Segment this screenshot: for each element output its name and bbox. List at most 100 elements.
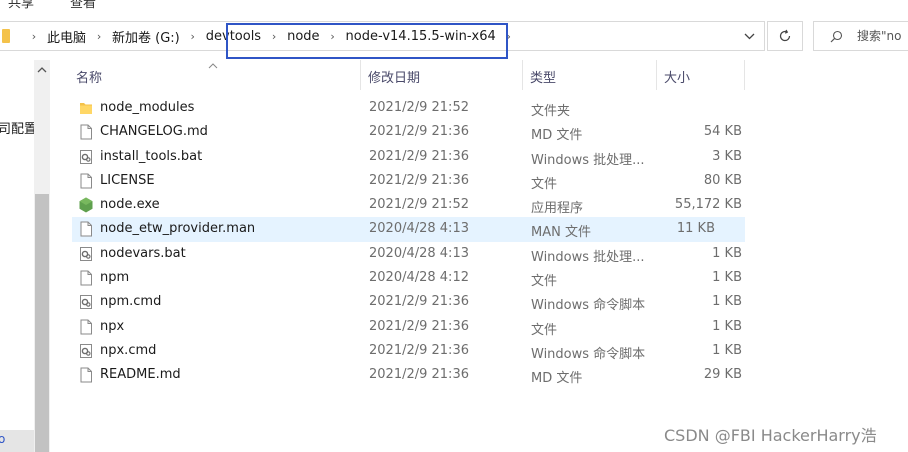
- file-type: MAN 文件: [531, 225, 591, 241]
- ribbon-tab-share[interactable]: 共享: [8, 0, 34, 10]
- folder-icon: [2, 29, 10, 43]
- file-name: npx.cmd: [100, 342, 157, 358]
- file-size: 54 KB: [703, 124, 742, 140]
- nav-item-partial[interactable]: 司配置: [0, 118, 34, 137]
- file-name: node.exe: [100, 197, 160, 213]
- column-type[interactable]: 类型: [530, 67, 556, 86]
- file-name: LICENSE: [100, 172, 155, 188]
- file-type: MD 文件: [531, 128, 583, 144]
- nav-item-label: o: [0, 432, 6, 446]
- file-size: 1 KB: [712, 294, 742, 310]
- file-type: 文件: [531, 176, 558, 192]
- ribbon-tab-view[interactable]: 查看: [70, 0, 96, 10]
- chevron-right-icon[interactable]: ›: [93, 30, 105, 43]
- file-type: Windows 命令脚本: [531, 298, 646, 314]
- file-row[interactable]: node_modules 2021/2/9 21:52 文件夹: [72, 96, 772, 120]
- file-name: CHANGELOG.md: [100, 124, 208, 140]
- batch-file-icon: [79, 294, 93, 310]
- file-name: README.md: [100, 367, 181, 383]
- file-row[interactable]: LICENSE 2021/2/9 21:36 文件 80 KB: [72, 169, 772, 193]
- nav-item-selected[interactable]: o: [0, 430, 34, 452]
- file-modified-date: 2021/2/9 21:36: [369, 172, 469, 188]
- file-modified-date: 2021/2/9 21:36: [369, 318, 469, 334]
- file-row[interactable]: CHANGELOG.md 2021/2/9 21:36 MD 文件 54 KB: [72, 120, 772, 144]
- chevron-right-icon[interactable]: ›: [268, 30, 280, 43]
- breadcrumb-item-node[interactable]: node: [286, 29, 320, 44]
- chevron-down-icon[interactable]: [738, 22, 760, 50]
- nav-scrollbar[interactable]: [34, 60, 50, 452]
- file-size: 29 KB: [703, 367, 742, 383]
- column-header: 名称 修改日期 类型 大小: [70, 60, 750, 90]
- file-name: nodevars.bat: [100, 245, 186, 261]
- refresh-icon: [779, 29, 791, 42]
- file-size: 55,172 KB: [674, 197, 742, 213]
- file-row[interactable]: npx 2021/2/9 21:36 文件 1 KB: [72, 315, 772, 339]
- file-modified-date: 2020/4/28 4:12: [369, 270, 469, 286]
- batch-file-icon: [79, 149, 93, 165]
- file-size: 11 KB: [676, 221, 715, 237]
- sort-ascending-icon: [208, 58, 218, 73]
- batch-file-icon: [79, 246, 93, 262]
- file-modified-date: 2020/4/28 4:13: [369, 245, 469, 261]
- scroll-up-icon[interactable]: [34, 62, 50, 78]
- file-size: 1 KB: [712, 318, 742, 334]
- file-size: 1 KB: [712, 270, 742, 286]
- scrollbar-thumb[interactable]: [35, 194, 49, 452]
- address-bar: › 此电脑 › 新加卷 (G:) › devtools › node › nod…: [0, 14, 908, 59]
- column-date[interactable]: 修改日期: [368, 67, 420, 86]
- search-icon: [830, 30, 843, 43]
- chevron-right-icon[interactable]: ›: [28, 30, 40, 43]
- file-modified-date: 2021/2/9 21:52: [369, 197, 469, 213]
- document-icon: [79, 173, 93, 189]
- nav-tree: 司配置 o: [0, 60, 34, 452]
- file-row[interactable]: install_tools.bat 2021/2/9 21:36 Windows 批…: [72, 145, 772, 169]
- file-name: npm.cmd: [100, 294, 162, 310]
- column-size[interactable]: 大小: [664, 67, 690, 86]
- file-name: install_tools.bat: [100, 148, 203, 164]
- column-divider[interactable]: [656, 60, 657, 90]
- breadcrumb-item-devtools[interactable]: devtools: [205, 29, 262, 44]
- file-list: node_modules 2021/2/9 21:52 文件夹 CHANGELOG.m…: [72, 96, 772, 388]
- breadcrumb-item-this-pc[interactable]: 此电脑: [46, 27, 87, 46]
- document-icon: [79, 367, 93, 383]
- document-icon: [79, 124, 93, 140]
- file-type: 文件: [531, 274, 558, 290]
- column-name[interactable]: 名称: [76, 67, 102, 86]
- column-divider[interactable]: [744, 60, 745, 90]
- file-name: node_etw_provider.man: [100, 221, 256, 237]
- file-size: 1 KB: [712, 245, 742, 261]
- chevron-right-icon[interactable]: ›: [327, 30, 339, 43]
- column-divider[interactable]: [522, 60, 523, 90]
- file-type: 应用程序: [531, 201, 584, 217]
- file-modified-date: 2021/2/9 21:36: [369, 148, 469, 164]
- document-icon: [79, 270, 93, 286]
- file-name: npx: [100, 318, 125, 334]
- folder-icon: [79, 100, 93, 116]
- file-row[interactable]: node_etw_provider.man 2020/4/28 4:13 MAN 文…: [72, 217, 745, 242]
- file-type: Windows 命令脚本: [531, 346, 646, 362]
- breadcrumb-item-node-version[interactable]: node-v14.15.5-win-x64: [345, 29, 497, 44]
- file-modified-date: 2021/2/9 21:52: [369, 100, 469, 115]
- file-row[interactable]: npx.cmd 2021/2/9 21:36 Windows 命令脚本 1 KB: [72, 339, 772, 363]
- file-row[interactable]: npm.cmd 2021/2/9 21:36 Windows 命令脚本 1 KB: [72, 290, 772, 314]
- file-row[interactable]: nodevars.bat 2020/4/28 4:13 Windows 批处理...…: [72, 242, 772, 266]
- file-row[interactable]: README.md 2021/2/9 21:36 MD 文件 29 KB: [72, 363, 772, 387]
- file-name: node_modules: [100, 100, 195, 115]
- address-field[interactable]: › 此电脑 › 新加卷 (G:) › devtools › node › nod…: [0, 21, 765, 51]
- column-divider[interactable]: [360, 60, 361, 90]
- file-modified-date: 2021/2/9 21:36: [369, 124, 469, 140]
- refresh-button[interactable]: [767, 21, 803, 51]
- chevron-right-icon[interactable]: ›: [187, 30, 199, 43]
- file-type: MD 文件: [531, 371, 583, 387]
- batch-file-icon: [79, 343, 93, 359]
- breadcrumb-item-drive[interactable]: 新加卷 (G:): [111, 27, 181, 46]
- file-type: Windows 批处理...: [531, 152, 645, 168]
- nodejs-hexagon-icon: [79, 197, 93, 213]
- breadcrumb: › 此电脑 › 新加卷 (G:) › devtools › node › nod…: [0, 22, 521, 50]
- chevron-right-icon[interactable]: ›: [503, 30, 515, 43]
- search-input[interactable]: [857, 29, 908, 43]
- file-row[interactable]: node.exe 2021/2/9 21:52 应用程序 55,172 KB: [72, 193, 772, 217]
- file-row[interactable]: npm 2020/4/28 4:12 文件 1 KB: [72, 266, 772, 290]
- search-box[interactable]: [813, 21, 908, 51]
- document-icon: [79, 319, 93, 335]
